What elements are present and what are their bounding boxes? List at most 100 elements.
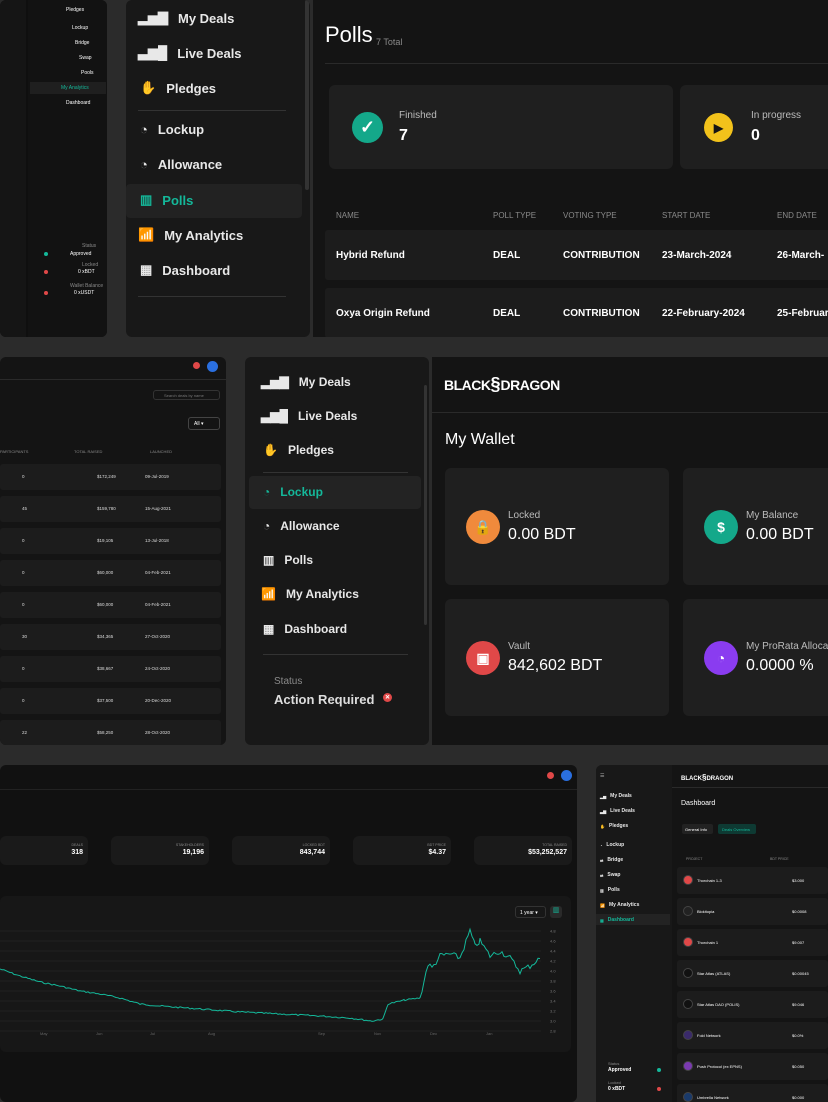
nav-lockup-label: Lockup: [280, 485, 323, 499]
row-total-raised: $60,000: [97, 602, 114, 607]
row-launched: 24-Oct-2020: [145, 666, 171, 671]
nav-my-analytics[interactable]: 📶 My Analytics: [600, 902, 639, 908]
nav-dashboard[interactable]: ▦ Dashboard: [140, 262, 230, 278]
nav-polls[interactable]: ▥ Polls: [600, 887, 620, 893]
table-row[interactable]: 0 $37,500 20-Dec-2020: [0, 688, 221, 714]
mini-item-pools[interactable]: Pools: [81, 70, 94, 76]
mini-item-analytics[interactable]: My Analytics: [61, 85, 89, 91]
nav-dashboard[interactable]: ▦ Dashboard: [600, 917, 634, 923]
avatar[interactable]: [561, 770, 572, 781]
project-logo-icon: [683, 1030, 693, 1040]
sidebar-scrollbar[interactable]: [305, 0, 309, 190]
nav-allowance[interactable]: ◔ Allowance: [140, 157, 222, 172]
row-launched: 13-Jul-2018: [145, 538, 169, 543]
brand-logo[interactable]: BLACK§DRAGON: [444, 375, 560, 393]
nav-live-deals[interactable]: ▃▆█ Live Deals: [138, 45, 242, 61]
search-input[interactable]: Search deals by name: [153, 390, 220, 400]
nav-label: Pledges: [608, 823, 629, 829]
table-row[interactable]: 0 $60,000 04-Feb-2021: [0, 560, 221, 586]
table-row[interactable]: 22 $58,250 28-Oct-2020: [0, 720, 221, 745]
logo-dragon: DRAGON: [706, 776, 734, 782]
row-launched: 15-Aug-2021: [145, 506, 172, 511]
mini-item-lockup[interactable]: Lockup: [72, 25, 88, 31]
project-price: $9.007: [792, 940, 805, 945]
tab-deals-overview[interactable]: Deals Overview: [718, 824, 756, 834]
table-row[interactable]: 30 $34,365 27-Oct-2020: [0, 624, 221, 650]
col-bdt-price: BDT PRICE: [770, 857, 789, 861]
tab-general-info[interactable]: General Info: [682, 824, 713, 834]
nav-lockup[interactable]: ◔ Lockup: [600, 842, 624, 848]
table-row[interactable]: Umbrella Network $0.000: [677, 1084, 828, 1102]
brand-logo-small[interactable]: BLACK§DRAGON: [681, 773, 733, 782]
nav-my-analytics[interactable]: 📶 My Analytics: [138, 227, 243, 243]
table-row[interactable]: Thorchain 1-3 $3.000: [677, 867, 828, 894]
panel-deals-table: Search deals by name All ▾ PARTICIPANTS …: [0, 357, 226, 745]
notification-bell-icon[interactable]: [547, 772, 554, 779]
mini-item-bridge[interactable]: Bridge: [75, 40, 89, 46]
nav-my-deals[interactable]: ▂▅▇ My Deals: [261, 375, 351, 389]
nav-dashboard[interactable]: ▦ Dashboard: [263, 622, 347, 636]
table-row[interactable]: 45 $159,780 15-Aug-2021: [0, 496, 221, 522]
table-row[interactable]: Fold Network $0.0%: [677, 1022, 828, 1049]
nav-polls[interactable]: ▥ Polls: [263, 553, 313, 567]
inprogress-card: ▶ In progress 0: [680, 85, 828, 169]
table-row[interactable]: Push Protocol (ex EPNS) $0.050: [677, 1053, 828, 1080]
sidebar-scrollbar[interactable]: [424, 385, 427, 625]
lock-clock-icon: ◔: [263, 485, 271, 499]
nav-live-deals[interactable]: ▃▆ Live Deals: [600, 808, 635, 814]
nav-swap[interactable]: ⇄ Swap: [600, 872, 620, 878]
nav-pledges[interactable]: ✋ Pledges: [140, 80, 216, 96]
project-price: $0.0%: [792, 1033, 804, 1038]
nav-lockup[interactable]: ◔ Lockup: [140, 122, 204, 137]
table-row[interactable]: Oxya Origin Refund DEAL CONTRIBUTION 22-…: [325, 288, 828, 337]
nav-my-analytics[interactable]: 📶 My Analytics: [261, 587, 359, 601]
project-price: $0.0008: [792, 909, 807, 914]
table-row[interactable]: Star Atlas (ATLAS) $0.00045: [677, 960, 828, 987]
row-total-raised: $38,667: [97, 666, 114, 671]
table-row[interactable]: Blokitopia $0.0008: [677, 898, 828, 925]
notification-bell-icon[interactable]: [193, 362, 200, 369]
table-row[interactable]: Star Atlas DAO (POLIS) $9.046: [677, 991, 828, 1018]
table-row[interactable]: 0 $19,105 13-Jul-2018: [0, 528, 221, 554]
nav-allowance[interactable]: ◔ Allowance: [263, 519, 340, 533]
nav-polls[interactable]: ▥ Polls: [140, 192, 193, 208]
nav-lockup[interactable]: ◔ Lockup: [263, 485, 323, 499]
nav-my-deals[interactable]: ▂▅▇ My Deals: [138, 10, 234, 26]
table-row[interactable]: 0 $60,000 04-Feb-2021: [0, 592, 221, 618]
polls-total: 7 Total: [376, 37, 403, 47]
row-participants: 22: [22, 730, 28, 735]
nav-label: My Analytics: [608, 902, 640, 908]
project-logo-icon: [683, 906, 693, 916]
mini-item-dashboard[interactable]: Dashboard: [66, 100, 90, 106]
row-total-raised: $172,249: [97, 474, 116, 479]
menu-icon[interactable]: ☰: [600, 773, 604, 779]
y-tick-label: 3.4: [550, 999, 556, 1004]
table-row[interactable]: Thorchain 1 $9.007: [677, 929, 828, 956]
avatar[interactable]: [207, 361, 218, 372]
nav-dashboard-label: Dashboard: [284, 622, 348, 636]
nav-pledges[interactable]: ✋ Pledges: [600, 823, 628, 829]
nav-live-deals[interactable]: ▃▆█ Live Deals: [261, 409, 357, 423]
filter-select[interactable]: All ▾: [188, 417, 220, 430]
nav-live-deals-label: Live Deals: [177, 45, 242, 61]
stat-card: TOTAL RAISED $53,252,527: [474, 836, 572, 865]
nav-label: Lockup: [606, 842, 625, 848]
polls-title: Polls: [325, 22, 373, 47]
x-tick-label: Sep: [318, 1031, 326, 1036]
table-row[interactable]: 0 $172,249 09-Jul-2019: [0, 464, 221, 490]
mini-item-swap[interactable]: Swap: [79, 55, 92, 61]
col-launched: LAUNCHED: [150, 449, 173, 454]
row-launched: 28-Oct-2020: [145, 730, 171, 735]
table-row[interactable]: 0 $38,667 24-Oct-2020: [0, 656, 221, 682]
project-logo-icon: [683, 937, 693, 947]
project-price: $3.000: [792, 878, 805, 883]
stat-card: BDT PRICE $4.37: [353, 836, 451, 865]
row-total-raised: $34,365: [97, 634, 114, 639]
wallet-card-locked: 🔒 Locked 0.00 BDT: [445, 468, 669, 585]
table-row[interactable]: Hybrid Refund DEAL CONTRIBUTION 23-March…: [325, 230, 828, 280]
x-tick-label: Jul: [150, 1031, 155, 1036]
mini-item-pledges[interactable]: Pledges: [66, 7, 84, 13]
nav-my-deals[interactable]: ▂▅ My Deals: [600, 793, 632, 799]
nav-pledges[interactable]: ✋ Pledges: [263, 443, 334, 457]
nav-bridge[interactable]: ⇄ Bridge: [600, 857, 623, 863]
